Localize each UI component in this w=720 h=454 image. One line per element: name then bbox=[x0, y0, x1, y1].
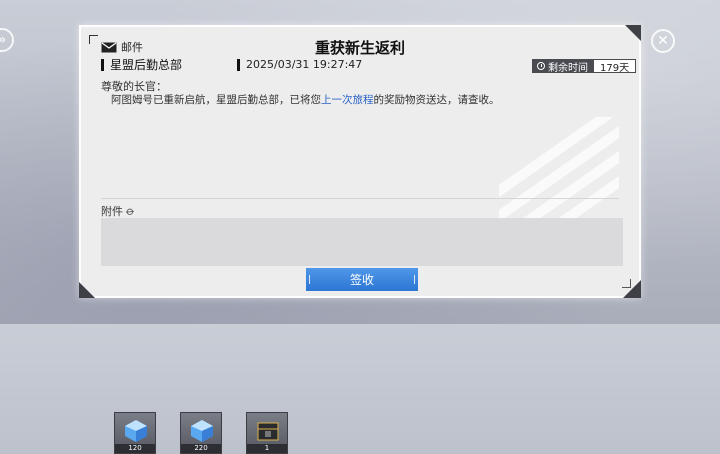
attachment-list: 120 220 1 bbox=[114, 412, 288, 454]
blue-crystal-icon bbox=[125, 420, 147, 442]
remaining-time-label: 剩余时间 bbox=[548, 62, 588, 74]
double-chevron-right-icon: » bbox=[0, 33, 6, 47]
close-icon: ✕ bbox=[657, 33, 669, 49]
mail-body-text: 的奖励物资送达，请查收。 bbox=[373, 94, 500, 106]
paperclip-icon: ⌀ bbox=[123, 203, 138, 219]
attachment-item[interactable]: 120 bbox=[114, 412, 156, 454]
attachment-count: 120 bbox=[115, 444, 155, 453]
divider bbox=[101, 198, 619, 199]
claim-button[interactable]: 签收 bbox=[306, 268, 418, 291]
supply-crate-icon bbox=[257, 422, 279, 441]
attachments-header: 附件 ⌀ bbox=[101, 203, 138, 219]
mail-date: 2025/03/31 19:27:47 bbox=[237, 59, 362, 71]
remaining-time-value: 179天 bbox=[593, 59, 637, 74]
journey-link[interactable]: 上一次旅程 bbox=[321, 94, 374, 106]
corner-decoration bbox=[79, 282, 95, 298]
mail-body-text: 阿图姆号已重新启航，星盟后勤总部，已将您 bbox=[111, 94, 321, 106]
mail-panel: 邮件 重获新生返利 星盟后勤总部 2025/03/31 19:27:47 剩余时… bbox=[79, 25, 641, 454]
attachments-area: 120 220 1 bbox=[101, 218, 623, 454]
mail-body: 阿图姆号已重新启航，星盟后勤总部，已将您上一次旅程的奖励物资送达，请查收。 bbox=[111, 92, 500, 107]
clock-icon bbox=[537, 62, 545, 70]
remaining-time: 剩余时间 179天 bbox=[532, 59, 637, 74]
attachment-item[interactable]: 1 bbox=[246, 412, 288, 454]
mail-sender: 星盟后勤总部 bbox=[101, 59, 182, 71]
bracket-decoration bbox=[622, 279, 631, 288]
attachment-count: 1 bbox=[247, 444, 287, 453]
remaining-time-label-box: 剩余时间 bbox=[532, 59, 593, 74]
attachment-count: 220 bbox=[181, 444, 221, 453]
blue-crystal-icon bbox=[191, 420, 213, 442]
mail-title: 重获新生返利 bbox=[314, 39, 405, 57]
attachments-label: 附件 bbox=[101, 205, 123, 218]
stripe-decoration bbox=[499, 117, 619, 227]
attachment-item[interactable]: 220 bbox=[180, 412, 222, 454]
close-button[interactable]: ✕ bbox=[651, 29, 675, 53]
